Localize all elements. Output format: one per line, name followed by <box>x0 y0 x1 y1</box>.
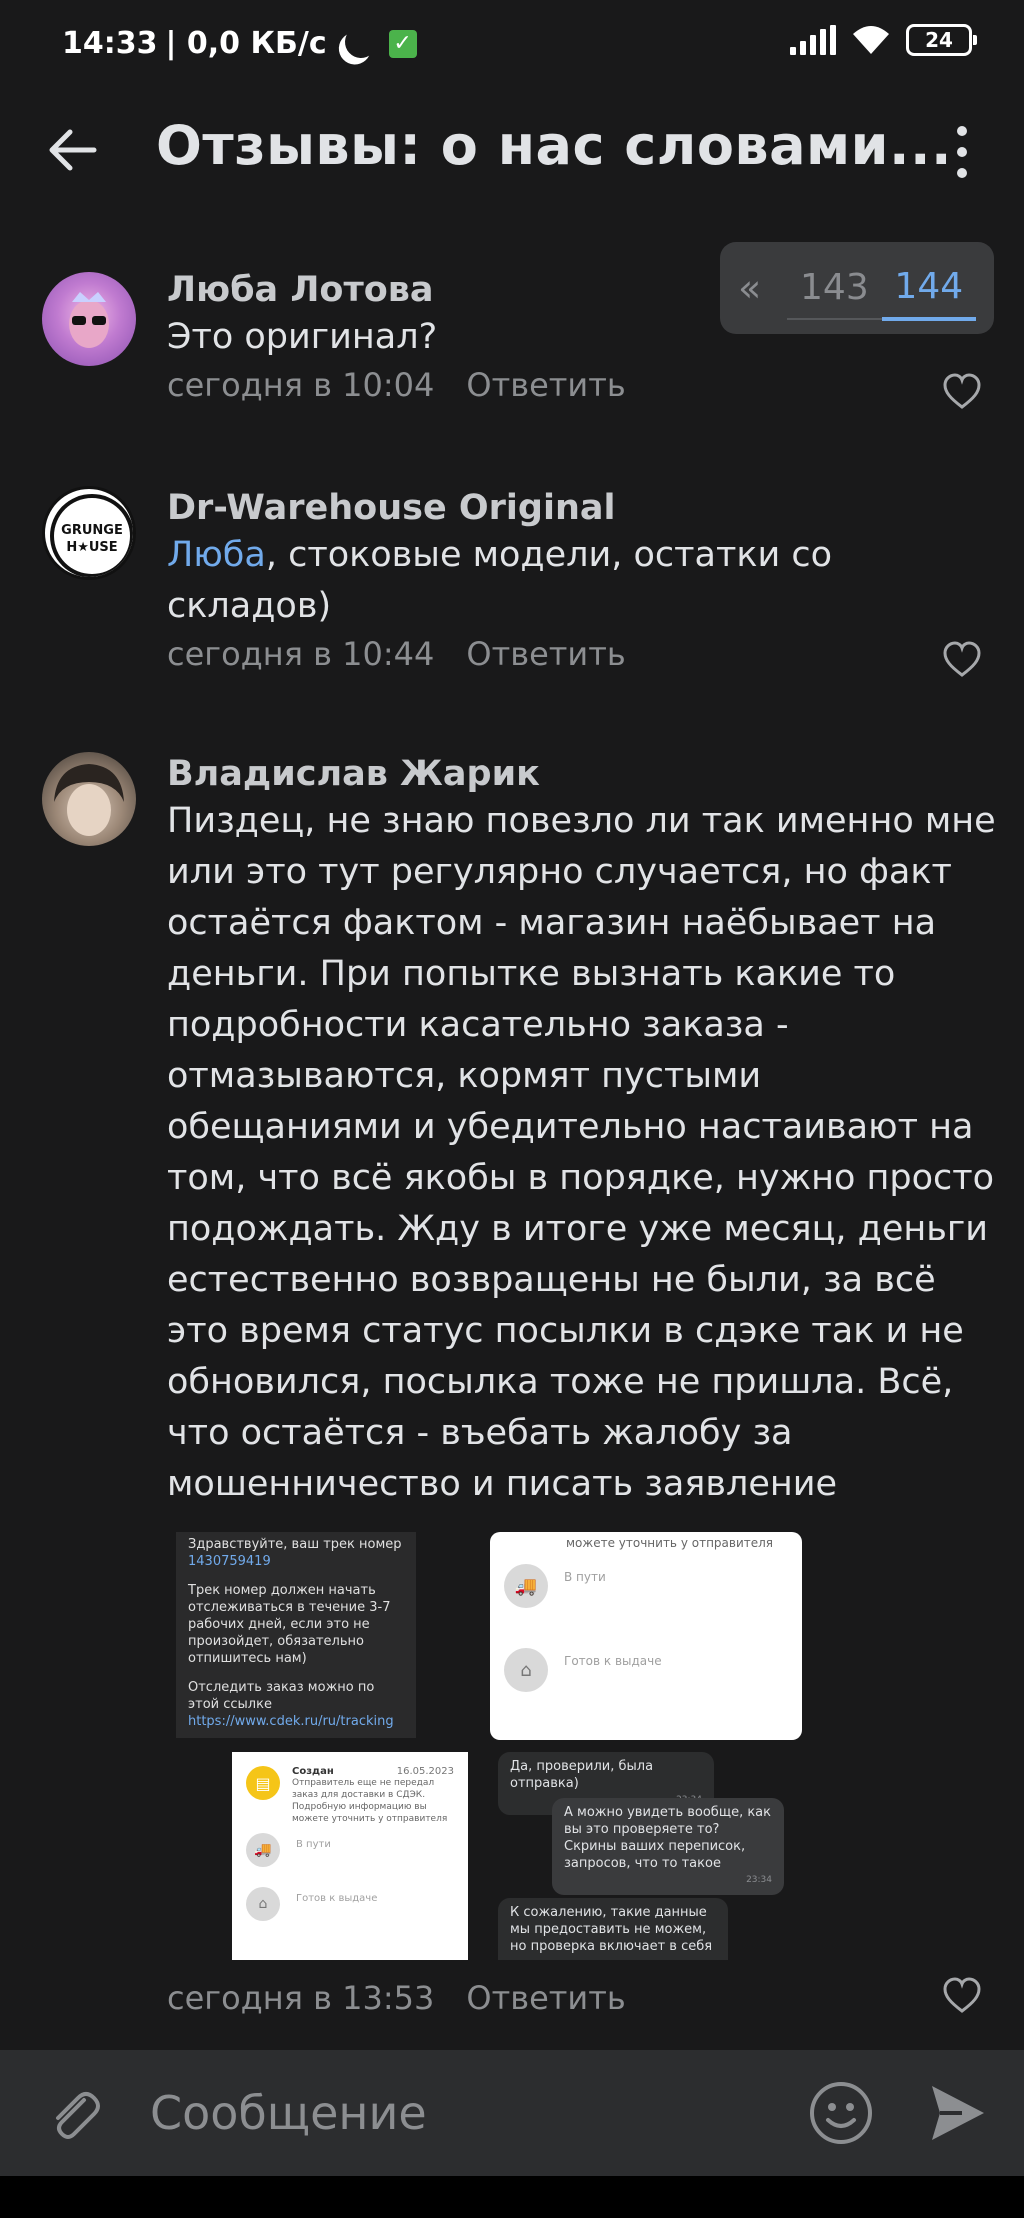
avatar-image: GRUNGE H★USE <box>50 494 133 577</box>
attachment-link: https://www.cdek.ru/ru/tracking <box>188 1714 394 1729</box>
status-left: 14:33 | 0,0 КБ/с ✓ <box>62 26 417 61</box>
attachment-text: Отследить заказ можно по этой ссылке <box>188 1680 375 1712</box>
signal-icon <box>790 25 836 55</box>
back-button[interactable] <box>42 120 102 180</box>
status-title: Создан <box>292 1766 334 1777</box>
comment-body: Люба Лотова Это оригинал? сегодня в 10:0… <box>167 268 997 407</box>
comment-text: Люба, стоковые модели, остатки со складо… <box>167 530 887 632</box>
comment-meta: сегодня в 10:44 Ответить <box>167 632 997 676</box>
avatar[interactable] <box>42 272 136 366</box>
battery-level: 24 <box>925 28 953 52</box>
attachment-image[interactable]: Да, проверили, была отправка) 23:34 А мо… <box>490 1752 800 1960</box>
reply-button[interactable]: Ответить <box>466 363 625 407</box>
house-icon: ⌂ <box>504 1648 548 1692</box>
tracking-step: 🚚 В пути <box>504 1564 788 1608</box>
comment-time: сегодня в 10:04 <box>167 366 435 404</box>
house-icon: ⌂ <box>246 1887 280 1921</box>
send-icon[interactable] <box>928 2080 988 2146</box>
tracking-step: ⌂ Готов к выдаче <box>504 1648 788 1692</box>
comment: GRUNGE H★USE Dr-Warehouse Original Люба,… <box>0 486 1024 686</box>
comment-meta: сегодня в 13:53 Ответить <box>167 1976 626 2020</box>
battery-icon: 24 <box>906 24 977 56</box>
avatar[interactable]: GRUNGE H★USE <box>42 486 136 580</box>
attachment-image[interactable]: можете уточнить у отправителя 🚚 В пути ⌂… <box>490 1532 802 1740</box>
tracking-step: 🚚 В пути <box>246 1833 454 1867</box>
comment-meta: сегодня в 10:04 Ответить <box>167 363 997 407</box>
avatar-image <box>69 292 109 348</box>
heart-icon[interactable] <box>942 640 982 680</box>
chat-bubble-text: К сожалению, такие данные мы предоставит… <box>510 1905 713 1954</box>
dot <box>957 126 967 136</box>
avatar-image <box>54 764 124 836</box>
dot <box>957 147 967 157</box>
arrow-left-icon <box>49 129 97 171</box>
truck-icon: 🚚 <box>246 1833 280 1867</box>
status-time: 14:33 <box>62 26 158 61</box>
attachment-track: 1430759419 <box>188 1554 271 1569</box>
step-label: Готов к выдаче <box>296 1893 378 1904</box>
moon-icon <box>340 21 381 62</box>
dot <box>957 168 967 178</box>
document-icon: ▤ <box>246 1766 280 1800</box>
step-label: В пути <box>296 1839 331 1850</box>
heart-icon[interactable] <box>942 372 982 412</box>
check-icon: ✓ <box>388 29 417 58</box>
comment-author[interactable]: Dr-Warehouse Original <box>167 486 997 530</box>
avatar[interactable] <box>42 752 136 846</box>
chat-bubble-time: 23:34 <box>746 1875 772 1885</box>
message-composer <box>0 2050 1024 2176</box>
chat-bubble: К сожалению, такие данные мы предоставит… <box>498 1898 728 1960</box>
status-bar: 14:33 | 0,0 КБ/с ✓ 24 <box>0 0 1024 90</box>
chat-bubble-text: А можно увидеть вообще, как вы это прове… <box>564 1805 772 1871</box>
page-title: Отзывы: о нас словами... <box>156 114 953 177</box>
message-input[interactable] <box>150 2080 770 2146</box>
attachment-text: Трек номер должен начать отслеживаться в… <box>188 1583 391 1666</box>
chat-bubble: А можно увидеть вообще, как вы это прове… <box>552 1798 784 1895</box>
comment-body: Владислав Жарик Пиздец, не знаю повезло … <box>167 752 997 1510</box>
app-header: Отзывы: о нас словами... <box>0 100 1024 200</box>
comment-text: Пиздец, не знаю повезло ли так именно мн… <box>167 801 996 1504</box>
wifi-icon <box>853 26 889 54</box>
attachment-text: можете уточнить у отправителя <box>566 1536 774 1550</box>
avatar-logo-text: GRUNGE <box>61 523 123 538</box>
step-label: Готов к выдаче <box>564 1654 662 1668</box>
paperclip-icon[interactable] <box>44 2086 104 2146</box>
emoji-icon[interactable] <box>808 2080 874 2146</box>
status-right: 24 <box>790 24 977 56</box>
comment-text: Это оригинал? <box>167 317 438 357</box>
reply-button[interactable]: Ответить <box>466 1976 625 2020</box>
comment-time: сегодня в 10:44 <box>167 635 435 673</box>
reply-button[interactable]: Ответить <box>466 632 625 676</box>
more-menu-button[interactable] <box>944 122 980 182</box>
comment-body: Dr-Warehouse Original Люба, стоковые мод… <box>167 486 997 676</box>
comment-author[interactable]: Люба Лотова <box>167 268 997 312</box>
tracking-step: ⌂ Готов к выдаче <box>246 1887 454 1921</box>
truck-icon: 🚚 <box>504 1564 548 1608</box>
chat-bubble-text: Да, проверили, была отправка) <box>510 1759 654 1791</box>
attachment-text: Здравствуйте, ваш трек номер <box>188 1537 402 1552</box>
system-nav-bar <box>0 2176 1024 2218</box>
attachment-image[interactable]: Здравствуйте, ваш трек номер 1430759419 … <box>176 1532 416 1738</box>
status-desc: Отправитель еще не передал заказ для дос… <box>292 1778 448 1824</box>
step-label: В пути <box>564 1570 606 1584</box>
status-speed: | 0,0 КБ/с <box>165 26 327 61</box>
comment-author[interactable]: Владислав Жарик <box>167 752 997 796</box>
comment: Люба Лотова Это оригинал? сегодня в 10:0… <box>0 268 1024 428</box>
mention-link[interactable]: Люба <box>167 535 266 575</box>
comment-time: сегодня в 13:53 <box>167 1979 435 2017</box>
status-date: 16.05.2023 <box>396 1766 454 1777</box>
comment-text-content: , стоковые модели, остатки со складов) <box>167 535 833 626</box>
attachment-image[interactable]: ▤ Создан 16.05.2023 Отправитель еще не п… <box>232 1752 468 1960</box>
heart-icon[interactable] <box>942 1976 982 2016</box>
svg-text:H★USE: H★USE <box>66 540 117 555</box>
